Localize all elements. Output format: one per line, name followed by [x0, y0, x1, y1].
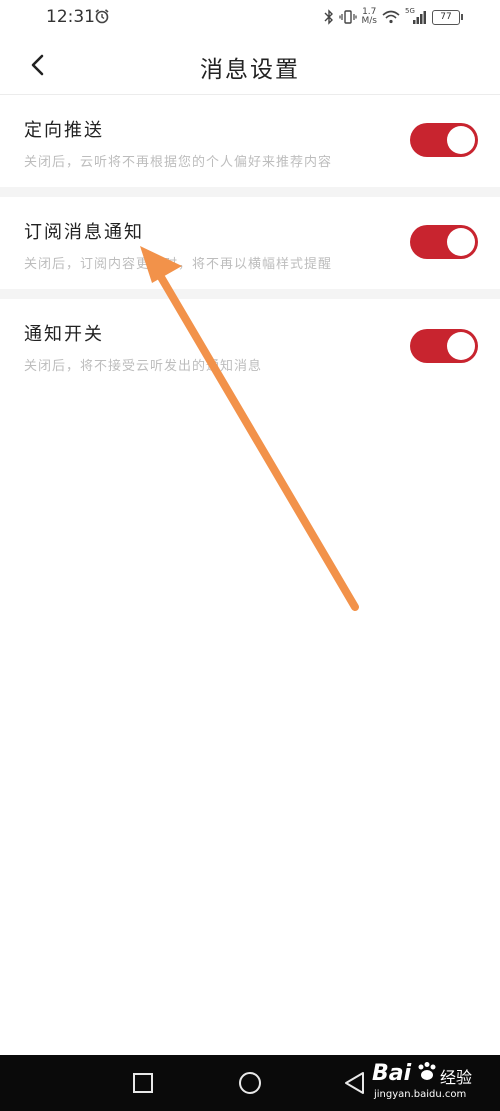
status-bar: 12:31 1.7 M/s 5G 77	[0, 0, 500, 36]
toggle-knob	[447, 126, 475, 154]
wifi-icon	[382, 10, 400, 24]
setting-title: 定向推送	[24, 120, 104, 141]
network-speed-unit: M/s	[361, 16, 378, 26]
cellular-signal: 5G	[405, 7, 427, 25]
alarm-clock-icon	[95, 9, 109, 24]
paw-logo-icon	[418, 1062, 436, 1080]
toggle-knob	[447, 228, 475, 256]
system-nav-bar: Bai 经验 jingyan.baidu.com	[0, 1055, 500, 1111]
subscription-notify-toggle[interactable]	[410, 225, 478, 259]
page-title: 消息设置	[200, 57, 300, 83]
section-divider	[0, 289, 500, 299]
network-speed: 1.7 M/s	[362, 8, 378, 26]
status-time: 12:31	[46, 7, 95, 27]
setting-item-subscription-notify: 订阅消息通知 关闭后，订阅内容更新时，将不再以横幅样式提醒	[0, 197, 500, 289]
notification-switch-toggle[interactable]	[410, 329, 478, 363]
status-icons: 1.7 M/s 5G 77	[324, 6, 463, 28]
setting-item-targeted-push: 定向推送 关闭后，云听将不再根据您的个人偏好来推荐内容	[0, 95, 500, 187]
setting-description: 关闭后，云听将不再根据您的个人偏好来推荐内容	[24, 155, 333, 170]
watermark-brand-cn: 经验	[440, 1068, 473, 1087]
vibrate-icon	[338, 10, 357, 24]
setting-description: 关闭后，订阅内容更新时，将不再以横幅样式提醒	[24, 257, 333, 272]
signal-bars-icon	[413, 11, 426, 24]
back-triangle-icon[interactable]	[343, 1071, 367, 1095]
setting-title: 订阅消息通知	[24, 222, 144, 243]
battery-indicator: 77	[432, 9, 463, 25]
home-circle-icon[interactable]	[238, 1071, 262, 1095]
watermark-brand: Bai	[372, 1061, 412, 1086]
setting-title: 通知开关	[24, 324, 104, 345]
section-divider	[0, 187, 500, 197]
setting-description: 关闭后，将不接受云听发出的通知消息	[24, 359, 263, 374]
bluetooth-icon	[324, 9, 333, 25]
watermark-url: jingyan.baidu.com	[374, 1089, 467, 1100]
header: 消息设置	[0, 36, 500, 95]
setting-item-notification-switch: 通知开关 关闭后，将不接受云听发出的通知消息	[0, 299, 500, 391]
toggle-knob	[447, 332, 475, 360]
recent-apps-square-icon[interactable]	[131, 1071, 155, 1095]
baidu-jingyan-watermark: Bai 经验 jingyan.baidu.com	[372, 1061, 492, 1109]
targeted-push-toggle[interactable]	[410, 123, 478, 157]
